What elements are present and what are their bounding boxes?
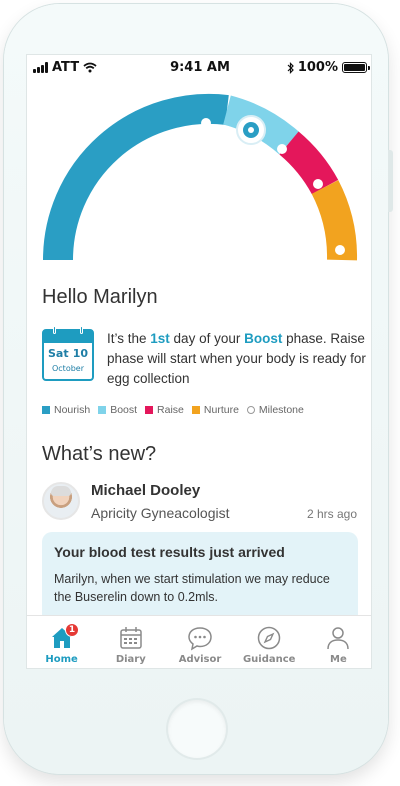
phase-name: Boost <box>244 331 283 346</box>
phase-day: 1st <box>150 331 170 346</box>
notification-badge: 1 <box>65 623 79 637</box>
compass-icon <box>257 626 281 650</box>
tab-bar: 1 Home Diary Advisor Guidance Me <box>27 615 371 668</box>
status-bar: ATT 9:41 AM 100% <box>27 55 371 81</box>
chat-icon <box>188 627 212 651</box>
phone-side-button <box>388 150 393 212</box>
tab-guidance[interactable]: Guidance <box>235 616 304 668</box>
calendar-weekday: Sat <box>48 347 69 360</box>
calendar-month: October <box>51 364 84 373</box>
whats-new-heading: What’s new? <box>42 443 157 465</box>
tab-label: Advisor <box>178 654 222 665</box>
phase-description: It’s the 1st day of your Boost phase. Ra… <box>107 331 366 386</box>
greeting: Hello Marilyn <box>42 286 158 308</box>
calendar-icon: Sat 10 October <box>42 326 94 381</box>
cycle-arc <box>43 93 358 261</box>
doctor-name: Michael Dooley <box>91 482 201 499</box>
calendar-icon <box>120 627 142 649</box>
legend-boost: Boost <box>98 404 137 416</box>
phase-legend: Nourish Boost Raise Nurture Milestone <box>42 404 304 416</box>
tab-label: Home <box>45 654 78 665</box>
home-button[interactable] <box>168 700 226 758</box>
battery-percent: 100% <box>297 60 338 75</box>
legend-raise: Raise <box>145 404 184 416</box>
legend-nourish: Nourish <box>42 404 90 416</box>
milestone-dot <box>313 179 323 189</box>
message-body: Marilyn, when we start stimulation we ma… <box>54 572 330 604</box>
milestone-dot <box>201 118 211 128</box>
tab-advisor[interactable]: Advisor <box>165 616 234 668</box>
calendar-day: 10 <box>72 347 88 360</box>
avatar[interactable] <box>42 482 80 520</box>
bluetooth-icon <box>287 61 294 74</box>
tab-me[interactable]: Me <box>304 616 371 668</box>
current-day-marker-dot <box>248 127 254 133</box>
message-time: 2 hrs ago <box>306 507 357 521</box>
tab-label: Diary <box>115 654 146 665</box>
message-title: Your blood test results just arrived <box>54 544 285 560</box>
tab-home[interactable]: 1 Home <box>27 616 96 668</box>
legend-milestone: Milestone <box>246 404 304 416</box>
milestone-dot <box>277 144 287 154</box>
tab-label: Guidance <box>242 654 296 665</box>
nourish-segment <box>43 93 229 261</box>
tab-label: Me <box>330 654 347 665</box>
doctor-role: Apricity Gyneacologist <box>91 505 230 521</box>
app-screen: ATT 9:41 AM 100% Hello Marilyn Sat 10 Oc… <box>26 54 372 669</box>
tab-diary[interactable]: Diary <box>96 616 165 668</box>
milestone-dot <box>335 245 345 255</box>
person-icon <box>327 627 350 650</box>
legend-nurture: Nurture <box>191 404 239 416</box>
battery-icon <box>342 62 370 73</box>
